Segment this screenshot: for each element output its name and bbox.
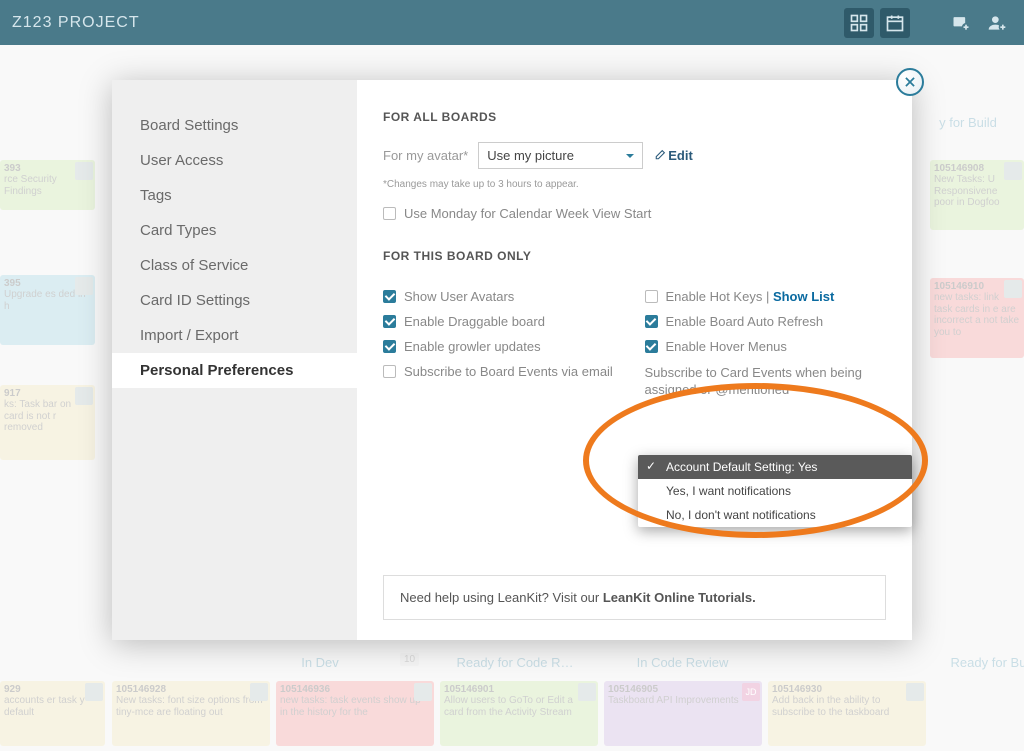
add-user-icon[interactable] bbox=[982, 8, 1012, 38]
sidebar-item-card-types[interactable]: Card Types bbox=[112, 213, 357, 248]
help-box: Need help using LeanKit? Visit our LeanK… bbox=[383, 575, 886, 620]
monday-checkbox[interactable] bbox=[383, 207, 396, 220]
avatar-label: For my avatar* bbox=[383, 148, 468, 163]
checkbox[interactable] bbox=[383, 315, 396, 328]
sidebar-item-personal-preferences[interactable]: Personal Preferences bbox=[112, 353, 357, 388]
checkbox-label: Enable growler updates bbox=[404, 339, 541, 356]
sidebar-item-class-of-service[interactable]: Class of Service bbox=[112, 248, 357, 283]
checkbox-label: Enable Hover Menus bbox=[666, 339, 787, 356]
checkbox[interactable] bbox=[645, 340, 658, 353]
sidebar-item-import-export[interactable]: Import / Export bbox=[112, 318, 357, 353]
avatar-select-value: Use my picture bbox=[487, 148, 574, 163]
checkbox-label: Enable Draggable board bbox=[404, 314, 545, 331]
sidebar-item-tags[interactable]: Tags bbox=[112, 178, 357, 213]
dropdown-option[interactable]: Account Default Setting: Yes bbox=[638, 455, 912, 479]
edit-avatar-link[interactable]: Edit bbox=[653, 148, 693, 163]
checkbox-label: Show User Avatars bbox=[404, 289, 514, 306]
checkbox[interactable] bbox=[383, 340, 396, 353]
checkbox-label: Enable Board Auto Refresh bbox=[666, 314, 824, 331]
project-title: Z123 PROJECT bbox=[12, 14, 140, 32]
checkbox[interactable] bbox=[645, 290, 658, 303]
avatar-select[interactable]: Use my picture bbox=[478, 142, 643, 169]
sidebar-item-card-id-settings[interactable]: Card ID Settings bbox=[112, 283, 357, 318]
calendar-view-icon[interactable] bbox=[880, 8, 910, 38]
top-bar: Z123 PROJECT bbox=[0, 0, 1024, 45]
settings-content: FOR ALL BOARDS For my avatar* Use my pic… bbox=[357, 80, 912, 640]
section-this-board: FOR THIS BOARD ONLY bbox=[383, 249, 886, 263]
checkbox[interactable] bbox=[383, 365, 396, 378]
monday-label: Use Monday for Calendar Week View Start bbox=[404, 206, 651, 223]
board-view-icon[interactable] bbox=[844, 8, 874, 38]
checkbox[interactable] bbox=[645, 315, 658, 328]
dropdown-option[interactable]: No, I don't want notifications bbox=[638, 503, 912, 527]
subscribe-card-events-label: Subscribe to Card Events when being assi… bbox=[645, 364, 887, 399]
dropdown-option[interactable]: Yes, I want notifications bbox=[638, 479, 912, 503]
sidebar-item-board-settings[interactable]: Board Settings bbox=[112, 108, 357, 143]
subscribe-dropdown[interactable]: Account Default Setting: YesYes, I want … bbox=[638, 455, 912, 527]
settings-modal: Board SettingsUser AccessTagsCard TypesC… bbox=[112, 80, 912, 640]
checkbox-label: Subscribe to Board Events via email bbox=[404, 364, 613, 381]
settings-sidebar: Board SettingsUser AccessTagsCard TypesC… bbox=[112, 80, 357, 640]
sidebar-item-user-access[interactable]: User Access bbox=[112, 143, 357, 178]
add-card-icon[interactable] bbox=[946, 8, 976, 38]
checkbox[interactable] bbox=[383, 290, 396, 303]
avatar-hint: *Changes may take up to 3 hours to appea… bbox=[383, 179, 886, 190]
tutorials-link[interactable]: LeanKit Online Tutorials. bbox=[603, 590, 756, 605]
checkbox-label: Enable Hot Keys | Show List bbox=[666, 289, 835, 306]
section-all-boards: FOR ALL BOARDS bbox=[383, 110, 886, 124]
hotkeys-link[interactable]: Show List bbox=[773, 289, 834, 304]
